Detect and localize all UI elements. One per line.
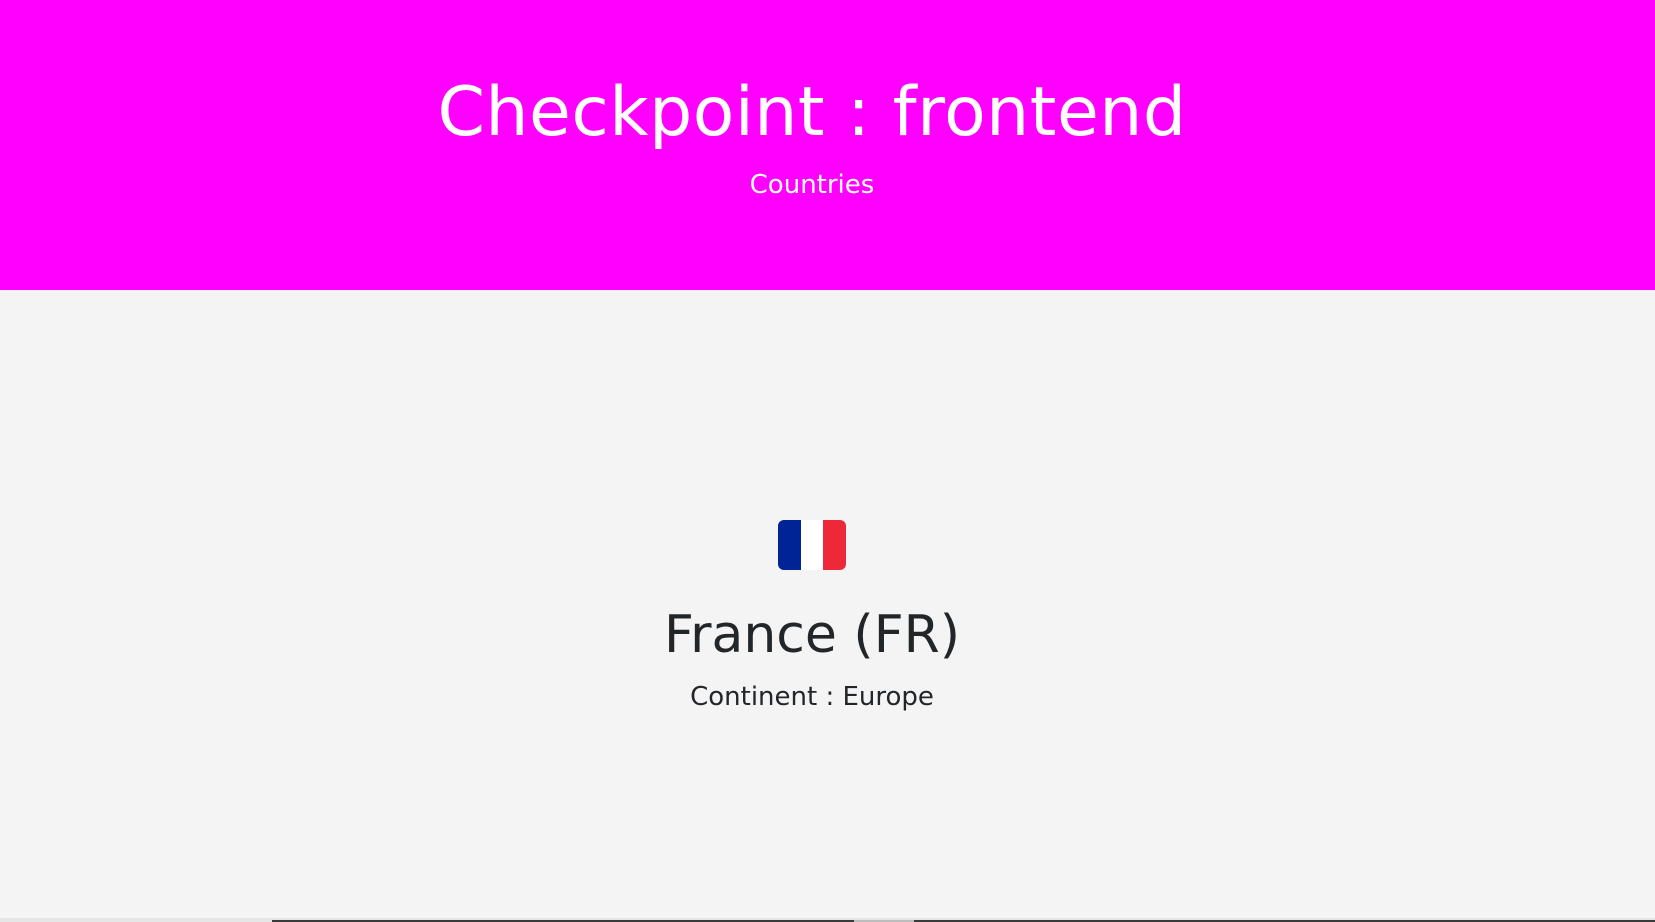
page-header: Checkpoint : frontend Countries [0, 0, 1655, 290]
country-name: France (FR) [663, 605, 961, 665]
page-subtitle: Countries [749, 170, 875, 200]
flag-stripe-white [800, 520, 824, 570]
country-detail: France (FR) Continent : Europe [0, 290, 1655, 922]
flag-france-icon [778, 520, 846, 570]
flag-stripe-blue [778, 520, 801, 570]
flag-stripe-red [823, 520, 846, 570]
page-title: Checkpoint : frontend [437, 73, 1187, 152]
country-continent: Continent : Europe [690, 682, 934, 712]
